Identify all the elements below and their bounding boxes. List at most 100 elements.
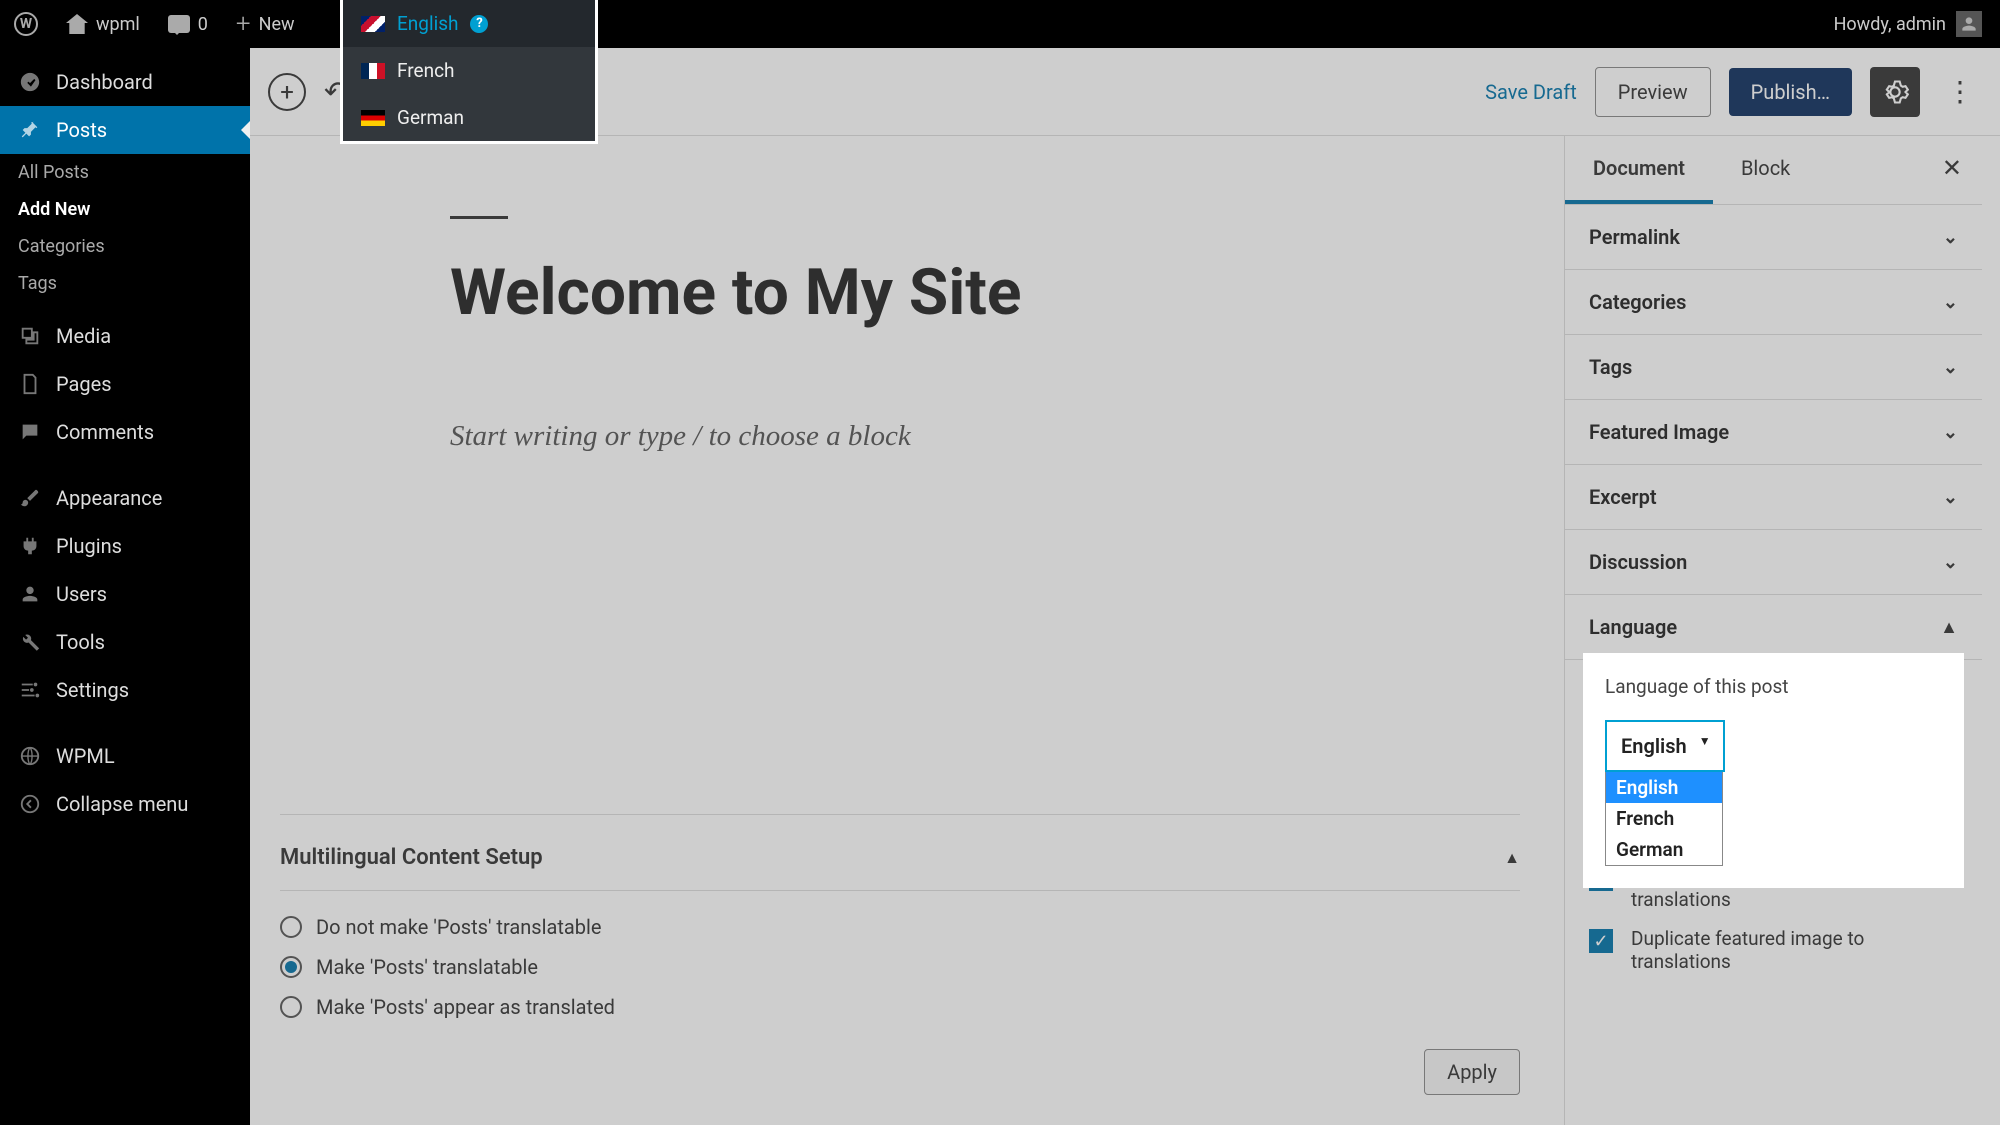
language-panel-body: Language of this post English English Fr… <box>1583 653 1964 888</box>
lang-option-french[interactable]: French <box>1606 803 1722 834</box>
gear-icon <box>1881 78 1909 106</box>
chevron-down-icon: ⌄ <box>1943 357 1958 378</box>
brush-icon <box>18 486 42 510</box>
section-excerpt[interactable]: Excerpt⌄ <box>1565 465 1982 530</box>
chevron-down-icon: ⌄ <box>1943 552 1958 573</box>
comments-icon <box>18 420 42 444</box>
save-draft-button[interactable]: Save Draft <box>1485 80 1577 104</box>
multilingual-panel: Multilingual Content Setup ▲ Do not make… <box>280 814 1520 1125</box>
wp-logo[interactable]: W <box>0 0 52 48</box>
sidebar-all-posts[interactable]: All Posts <box>0 154 250 191</box>
comment-count: 0 <box>198 14 208 35</box>
avatar-icon[interactable] <box>1956 11 1982 37</box>
flag-de-icon <box>361 110 385 126</box>
new-link[interactable]: + New <box>222 0 309 48</box>
home-icon <box>66 14 88 34</box>
chevron-down-icon: ⌄ <box>1943 422 1958 443</box>
lang-french-label: French <box>397 59 455 82</box>
dashboard-icon <box>18 70 42 94</box>
sidebar-plugins[interactable]: Plugins <box>0 522 250 570</box>
pin-icon <box>18 118 42 142</box>
language-select[interactable]: English <box>1605 720 1725 772</box>
lang-option-english[interactable]: English <box>1606 772 1722 803</box>
sidebar-users[interactable]: Users <box>0 570 250 618</box>
admin-sidebar: Dashboard Posts All Posts Add New Catego… <box>0 48 250 1125</box>
admin-bar: W wpml 0 + New Howdy, admin <box>0 0 2000 48</box>
lang-german-label: German <box>397 106 464 129</box>
sidebar-appearance[interactable]: Appearance <box>0 474 250 522</box>
sidebar-media[interactable]: Media <box>0 312 250 360</box>
new-label: New <box>259 14 295 35</box>
help-icon[interactable]: ? <box>470 15 488 33</box>
greeting[interactable]: Howdy, admin <box>1834 14 1946 35</box>
lang-english-label: English <box>397 12 458 35</box>
tab-document[interactable]: Document <box>1565 136 1713 204</box>
language-of-post-label: Language of this post <box>1605 675 1942 698</box>
sidebar-settings[interactable]: Settings <box>0 666 250 714</box>
publish-button[interactable]: Publish… <box>1729 68 1852 116</box>
radio-icon <box>280 916 302 938</box>
site-link[interactable]: wpml <box>52 0 154 48</box>
section-tags[interactable]: Tags⌄ <box>1565 335 1982 400</box>
caret-up-icon[interactable]: ▲ <box>1504 848 1520 868</box>
site-name: wpml <box>96 14 140 35</box>
sidebar-wpml[interactable]: WPML <box>0 732 250 780</box>
adminbar-language-dropdown: English ? French German <box>340 0 598 144</box>
sidebar-add-new[interactable]: Add New <box>0 191 250 228</box>
sidebar-collapse[interactable]: Collapse menu <box>0 780 250 828</box>
chevron-down-icon: ⌄ <box>1943 292 1958 313</box>
sidebar-tools[interactable]: Tools <box>0 618 250 666</box>
caret-up-icon: ▲ <box>1940 617 1958 638</box>
settings-toggle-button[interactable] <box>1870 67 1920 117</box>
section-permalink[interactable]: Permalink⌄ <box>1565 205 1982 270</box>
lang-option-german[interactable]: German <box>1606 834 1722 865</box>
lang-item-german[interactable]: German <box>343 94 595 141</box>
sidebar-posts[interactable]: Posts <box>0 106 250 154</box>
comment-icon <box>168 15 190 33</box>
close-settings-button[interactable]: ✕ <box>1942 154 1962 182</box>
lang-item-french[interactable]: French <box>343 47 595 94</box>
flag-fr-icon <box>361 63 385 79</box>
add-block-button[interactable]: + <box>268 73 306 111</box>
sidebar-comments[interactable]: Comments <box>0 408 250 456</box>
ml-option-translatable[interactable]: Make 'Posts' translatable <box>280 955 1520 979</box>
sliders-icon <box>18 678 42 702</box>
radio-icon <box>280 996 302 1018</box>
ml-title: Multilingual Content Setup <box>280 845 543 870</box>
ml-option-not-translatable[interactable]: Do not make 'Posts' translatable <box>280 915 1520 939</box>
lang-item-english[interactable]: English ? <box>343 0 595 47</box>
sidebar-tags[interactable]: Tags <box>0 265 250 302</box>
radio-checked-icon <box>280 956 302 978</box>
chevron-down-icon: ⌄ <box>1943 487 1958 508</box>
wordpress-icon: W <box>14 12 38 36</box>
chevron-down-icon: ⌄ <box>1943 227 1958 248</box>
language-select-options: English French German <box>1605 771 1723 866</box>
media-icon <box>18 324 42 348</box>
collapse-icon <box>18 792 42 816</box>
editor-area: + ↶ Save Draft Preview Publish… ⋮ Welcom… <box>250 48 2000 1125</box>
comments-link[interactable]: 0 <box>154 0 222 48</box>
tab-block[interactable]: Block <box>1713 136 1818 204</box>
checkbox-duplicate-featured[interactable]: ✓Duplicate featured image to translation… <box>1565 919 1982 981</box>
plus-icon: + <box>236 9 251 39</box>
sidebar-categories[interactable]: Categories <box>0 228 250 265</box>
preview-button[interactable]: Preview <box>1595 67 1711 117</box>
more-options-button[interactable]: ⋮ <box>1938 75 1982 108</box>
sidebar-pages[interactable]: Pages <box>0 360 250 408</box>
title-dash <box>450 216 508 219</box>
section-language[interactable]: Language▲ Language of this post English … <box>1565 595 1982 660</box>
wrench-icon <box>18 630 42 654</box>
section-featured-image[interactable]: Featured Image⌄ <box>1565 400 1982 465</box>
ml-option-appear-translated[interactable]: Make 'Posts' appear as translated <box>280 995 1520 1019</box>
checkbox-checked-icon: ✓ <box>1589 929 1613 953</box>
user-icon <box>18 582 42 606</box>
globe-icon <box>18 744 42 768</box>
settings-panel: Document Block ✕ Permalink⌄ Categories⌄ … <box>1564 136 1982 1125</box>
plug-icon <box>18 534 42 558</box>
section-categories[interactable]: Categories⌄ <box>1565 270 1982 335</box>
page-icon <box>18 372 42 396</box>
apply-button[interactable]: Apply <box>1424 1049 1520 1095</box>
flag-uk-icon <box>361 16 385 32</box>
section-discussion[interactable]: Discussion⌄ <box>1565 530 1982 595</box>
sidebar-dashboard[interactable]: Dashboard <box>0 58 250 106</box>
